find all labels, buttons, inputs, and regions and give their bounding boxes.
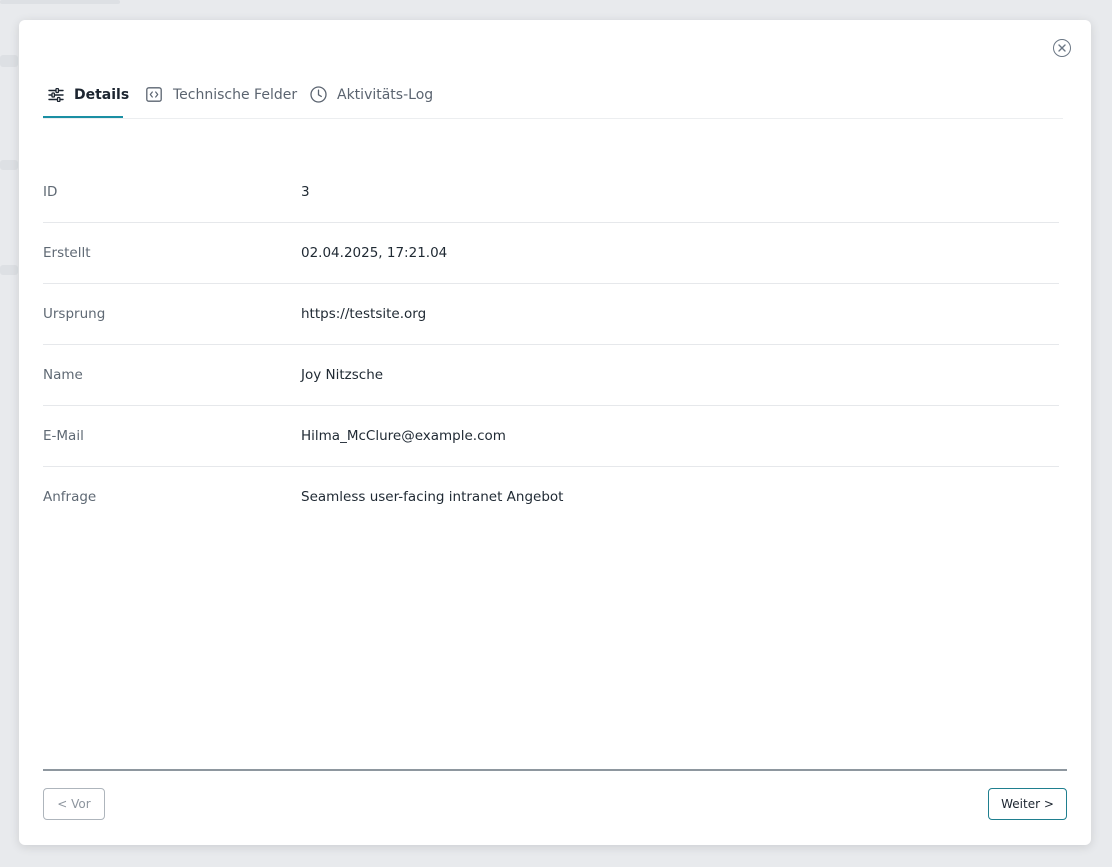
field-row-name: Name Joy Nitzsche	[43, 345, 1059, 406]
field-label: Erstellt	[43, 245, 91, 261]
field-row-origin: Ursprung https://testsite.org	[43, 284, 1059, 345]
tab-details[interactable]: Details	[43, 72, 129, 118]
field-value: Seamless user-facing intranet Angebot	[301, 489, 564, 505]
field-row-created: Erstellt 02.04.2025, 17:21.04	[43, 223, 1059, 284]
details-list: ID 3 Erstellt 02.04.2025, 17:21.04 Urspr…	[43, 162, 1059, 527]
background-text	[0, 55, 18, 67]
tab-label: Technische Felder	[173, 86, 298, 103]
background-text	[0, 0, 120, 4]
detail-dialog: Details Technische Felder Aktivitäts-Log	[19, 20, 1091, 845]
previous-button[interactable]: < Vor	[43, 788, 105, 820]
field-value: https://testsite.org	[301, 306, 427, 322]
sliders-icon	[48, 86, 64, 104]
tab-bar: Details Technische Felder Aktivitäts-Log	[43, 72, 1063, 119]
next-button[interactable]: Weiter >	[988, 788, 1067, 820]
close-icon	[1058, 44, 1066, 52]
background-text	[0, 160, 18, 170]
tab-label: Aktivitäts-Log	[337, 86, 434, 103]
field-value: 3	[301, 184, 310, 200]
field-value: Hilma_McClure@example.com	[301, 428, 506, 444]
field-label: Ursprung	[43, 306, 106, 322]
close-button[interactable]	[1053, 39, 1071, 57]
field-label: E-Mail	[43, 428, 84, 444]
clock-icon	[309, 86, 327, 104]
field-row-id: ID 3	[43, 162, 1059, 223]
field-label: ID	[43, 184, 58, 200]
field-label: Anfrage	[43, 489, 97, 505]
background-text	[0, 265, 18, 275]
field-row-email: E-Mail Hilma_McClure@example.com	[43, 406, 1059, 467]
field-row-request: Anfrage Seamless user-facing intranet An…	[43, 467, 1059, 527]
tab-technical-fields[interactable]: Technische Felder	[145, 72, 297, 117]
footer-divider	[43, 769, 1067, 771]
tab-activity-log[interactable]: Aktivitäts-Log	[309, 72, 433, 117]
tab-label: Details	[74, 86, 130, 103]
field-value: Joy Nitzsche	[301, 367, 384, 383]
field-label: Name	[43, 367, 83, 383]
field-value: 02.04.2025, 17:21.04	[301, 245, 448, 261]
code-icon	[145, 86, 163, 104]
